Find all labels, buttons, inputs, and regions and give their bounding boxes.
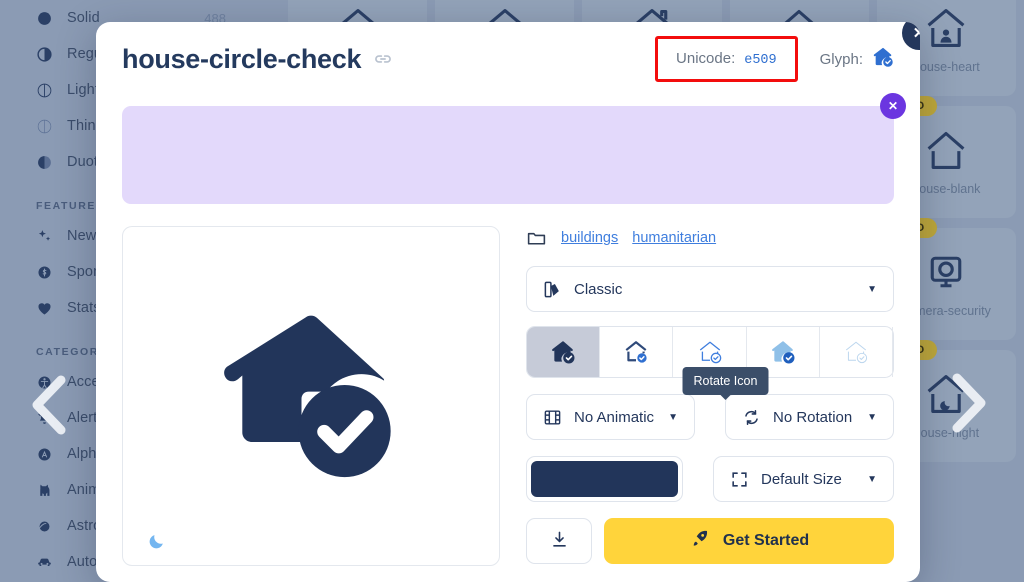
- circle-duotone-icon: [36, 154, 53, 171]
- house-blank-icon: [924, 128, 968, 172]
- sidebar-item-label: Solid: [67, 10, 100, 26]
- circle-solid-icon: [36, 10, 53, 27]
- link-icon[interactable]: [373, 49, 393, 69]
- modal-header: house-circle-check Unicode: e509 Glyph:: [96, 22, 920, 96]
- size-select-value: Default Size: [761, 470, 842, 488]
- variant-regular[interactable]: [600, 327, 674, 377]
- icon-grid-item-label: house-heart: [913, 60, 980, 74]
- breadcrumb-link-buildings[interactable]: buildings: [561, 230, 618, 246]
- get-started-button[interactable]: Get Started: [604, 518, 894, 564]
- variant-selector: Rotate Icon: [526, 326, 894, 400]
- heart-icon: [36, 300, 53, 317]
- rotation-select-value: No Rotation: [773, 408, 853, 426]
- expand-icon: [730, 470, 749, 489]
- sidebar-item-label: Alert: [67, 410, 98, 426]
- unicode-label: Unicode:: [676, 50, 736, 67]
- car-icon: [36, 554, 53, 571]
- circle-light-icon: [36, 82, 53, 99]
- chevron-down-icon: ▼: [867, 411, 877, 423]
- tooltip: Rotate Icon: [682, 367, 769, 400]
- icon-grid-item-label: house-blank: [912, 182, 981, 196]
- circle-half-icon: [36, 46, 53, 63]
- sidebar-item-label: New: [67, 228, 97, 244]
- style-select[interactable]: Classic ▼: [526, 266, 894, 312]
- carousel-prev-button[interactable]: [28, 374, 70, 436]
- folder-icon: [526, 228, 547, 249]
- breadcrumb: buildings humanitarian: [526, 226, 894, 250]
- color-size-row: Default Size ▼: [526, 456, 894, 502]
- unicode-field: Unicode: e509: [655, 36, 798, 82]
- ad-close-icon[interactable]: ✕: [880, 93, 906, 119]
- house-person-icon: [924, 6, 968, 50]
- rocket-icon: [689, 528, 710, 554]
- variant-solid[interactable]: [527, 327, 601, 377]
- get-started-label: Get Started: [722, 532, 810, 549]
- moon-icon[interactable]: [147, 532, 166, 551]
- sidebar-item-label: Thin: [67, 118, 96, 134]
- film-icon: [543, 408, 562, 427]
- glyph-field: Glyph:: [820, 46, 894, 73]
- breadcrumb-link-humanitarian[interactable]: humanitarian: [632, 230, 716, 246]
- sparkles-icon: [36, 228, 53, 245]
- animation-select[interactable]: No Animatic ▼: [526, 394, 695, 440]
- planet-icon: [36, 518, 53, 535]
- animation-select-value: No Animatic: [574, 408, 655, 426]
- camera-security-icon: [924, 250, 968, 294]
- size-select[interactable]: Default Size ▼: [713, 456, 894, 502]
- rotation-select[interactable]: No Rotation ▼: [725, 394, 894, 440]
- action-row: Get Started: [526, 518, 894, 564]
- icon-preview: [122, 226, 500, 566]
- ad-banner: ✕: [122, 93, 906, 204]
- animation-rotation-row: No Animatic ▼ No Rotation ▼: [526, 394, 894, 440]
- page-title: house-circle-check: [122, 43, 362, 74]
- icon-detail-modal: ✕ house-circle-check Unicode: e509 Glyph…: [96, 22, 920, 582]
- color-picker[interactable]: [526, 456, 683, 502]
- dollar-circle-icon: [36, 264, 53, 281]
- circle-a-icon: [36, 446, 53, 463]
- carousel-next-button[interactable]: [948, 372, 990, 434]
- house-circle-check-icon: [224, 315, 391, 478]
- variant-thin[interactable]: [820, 327, 894, 377]
- download-button[interactable]: [526, 518, 592, 564]
- unicode-value[interactable]: e509: [744, 53, 776, 68]
- sidebar-item-label: Light: [67, 82, 99, 98]
- chevron-down-icon: ▼: [867, 283, 877, 295]
- circle-thin-icon: [36, 118, 53, 135]
- glyph-label: Glyph:: [819, 50, 863, 68]
- chevron-down-icon: ▼: [867, 473, 877, 485]
- house-circle-check-glyph-icon: [872, 46, 894, 73]
- modal-body: buildings humanitarian Classic ▼ Rotate …: [96, 204, 920, 566]
- cat-icon: [36, 482, 53, 499]
- color-swatch-fill: [531, 461, 678, 497]
- style-select-value: Classic: [574, 280, 623, 298]
- chevron-down-icon: ▼: [668, 411, 678, 423]
- palette-icon: [543, 280, 562, 299]
- download-icon: [550, 530, 569, 552]
- rotate-icon: [742, 408, 761, 427]
- icon-controls: buildings humanitarian Classic ▼ Rotate …: [526, 226, 894, 566]
